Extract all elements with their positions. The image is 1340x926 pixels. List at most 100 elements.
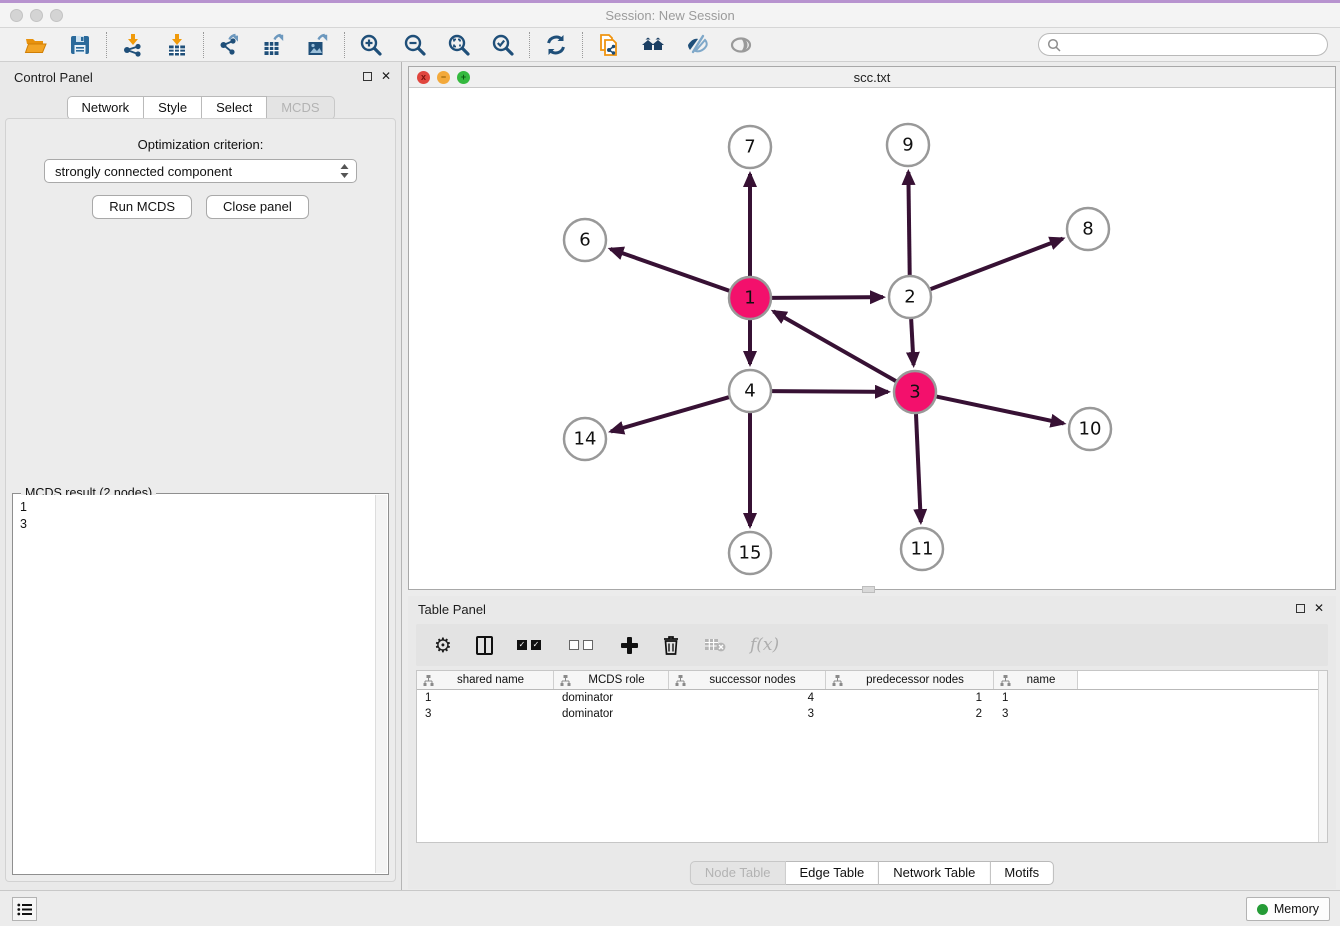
- close-table-panel-icon[interactable]: ✕: [1314, 603, 1324, 613]
- table-options-icon[interactable]: ⚙: [434, 633, 452, 657]
- column-header-successor-nodes[interactable]: successor nodes: [669, 671, 826, 689]
- table-header-row: shared name MCDS rolesuccessor nodesprede…: [417, 671, 1327, 690]
- edge-1-6[interactable]: [610, 249, 729, 291]
- select-all-checks-icon[interactable]: ✓✓: [517, 640, 545, 650]
- column-header-shared-name[interactable]: shared name: [417, 671, 554, 689]
- open-session-icon[interactable]: [23, 32, 49, 58]
- graph-node-10[interactable]: 10: [1069, 408, 1111, 450]
- column-label: MCDS role: [575, 674, 668, 686]
- optimization-criterion-label: Optimization criterion:: [6, 137, 395, 152]
- clone-network-icon[interactable]: [596, 32, 622, 58]
- close-panel-icon[interactable]: ✕: [381, 71, 391, 81]
- export-table-icon[interactable]: [261, 32, 287, 58]
- result-scrollbar[interactable]: [375, 495, 387, 873]
- network-graph-canvas[interactable]: 7 9 6 8 1 2 4 3 14 10 15 11: [409, 89, 1335, 589]
- refresh-view-icon[interactable]: [543, 32, 569, 58]
- table-cell[interactable]: 1: [826, 692, 994, 704]
- table-row[interactable]: 1dominator411: [417, 690, 1327, 706]
- graph-node-9[interactable]: 9: [887, 124, 929, 166]
- add-column-icon[interactable]: [621, 637, 638, 654]
- export-image-icon[interactable]: [305, 32, 331, 58]
- table-cell[interactable]: dominator: [554, 692, 669, 704]
- show-all-networks-icon[interactable]: [640, 32, 666, 58]
- edge-1-2[interactable]: [772, 297, 883, 298]
- edge-4-14[interactable]: [611, 397, 729, 431]
- graph-node-14[interactable]: 14: [564, 418, 606, 460]
- task-history-button[interactable]: [12, 897, 37, 921]
- mcds-result-list[interactable]: 13: [14, 495, 375, 873]
- show-columns-icon[interactable]: [476, 636, 493, 655]
- graph-node-15[interactable]: 15: [729, 532, 771, 574]
- import-network-icon[interactable]: [120, 32, 146, 58]
- table-cell[interactable]: 1: [417, 692, 554, 704]
- table-scrollbar[interactable]: [1318, 671, 1327, 842]
- splitter-handle[interactable]: [862, 586, 875, 593]
- edge-2-3[interactable]: [911, 319, 913, 365]
- tab-node-table[interactable]: Node Table: [690, 861, 786, 885]
- svg-text:4: 4: [744, 381, 755, 402]
- window-title: Session: New Session: [0, 8, 1340, 23]
- column-header-name[interactable]: name: [994, 671, 1078, 689]
- search-input[interactable]: [1061, 38, 1319, 52]
- table-cell[interactable]: 3: [669, 708, 826, 720]
- zoom-in-icon[interactable]: [358, 32, 384, 58]
- table-cell[interactable]: 3: [994, 708, 1078, 720]
- graph-node-7[interactable]: 7: [729, 126, 771, 168]
- save-session-icon[interactable]: [67, 32, 93, 58]
- table-row[interactable]: 3dominator323: [417, 706, 1327, 722]
- tab-style[interactable]: Style: [144, 96, 202, 120]
- graph-node-1[interactable]: 1: [729, 277, 771, 319]
- optimization-criterion-dropdown[interactable]: strongly connected component: [44, 159, 357, 183]
- sort-tree-icon: [1000, 675, 1011, 686]
- table-toolbar: ⚙ ✓✓ f(x): [416, 624, 1328, 666]
- delete-columns-icon[interactable]: [662, 635, 680, 655]
- tab-mcds[interactable]: MCDS: [267, 96, 334, 120]
- edge-3-11[interactable]: [916, 414, 921, 522]
- zoom-fit-content-icon[interactable]: [446, 32, 472, 58]
- deselect-all-checks-icon[interactable]: [569, 640, 597, 650]
- sort-tree-icon: [423, 675, 434, 686]
- zoom-fit-selected-icon[interactable]: [490, 32, 516, 58]
- hide-graphics-details-icon[interactable]: [684, 32, 710, 58]
- edge-4-3[interactable]: [772, 391, 888, 392]
- import-table-icon[interactable]: [164, 32, 190, 58]
- zoom-out-icon[interactable]: [402, 32, 428, 58]
- memory-button[interactable]: Memory: [1246, 897, 1330, 921]
- svg-text:3: 3: [909, 382, 920, 403]
- column-header-MCDS-role[interactable]: MCDS role: [554, 671, 669, 689]
- edge-2-8[interactable]: [931, 239, 1063, 290]
- close-panel-button[interactable]: Close panel: [206, 195, 309, 219]
- tab-motifs[interactable]: Motifs: [990, 861, 1054, 885]
- run-mcds-button[interactable]: Run MCDS: [92, 195, 192, 219]
- graph-node-3[interactable]: 3: [894, 371, 936, 413]
- control-panel: Control Panel ✕ Network Style Select MCD…: [0, 62, 402, 890]
- function-builder-icon[interactable]: f(x): [750, 635, 779, 655]
- network-window-titlebar[interactable]: x − + scc.txt: [409, 67, 1335, 88]
- column-header-predecessor-nodes[interactable]: predecessor nodes: [826, 671, 994, 689]
- status-bar: Memory: [0, 890, 1340, 926]
- graph-node-2[interactable]: 2: [889, 276, 931, 318]
- table-cell[interactable]: 1: [994, 692, 1078, 704]
- table-cell[interactable]: 4: [669, 692, 826, 704]
- graph-node-6[interactable]: 6: [564, 219, 606, 261]
- tab-network-table[interactable]: Network Table: [879, 861, 990, 885]
- float-table-panel-icon[interactable]: [1296, 604, 1305, 613]
- edge-3-1[interactable]: [773, 311, 895, 381]
- toggle-bird-view-icon[interactable]: [728, 32, 754, 58]
- table-cell[interactable]: 2: [826, 708, 994, 720]
- column-label: name: [1015, 674, 1077, 686]
- graph-node-4[interactable]: 4: [729, 370, 771, 412]
- graph-node-11[interactable]: 11: [901, 528, 943, 570]
- delete-table-icon[interactable]: [704, 637, 726, 653]
- edge-2-9[interactable]: [908, 172, 909, 275]
- search-field[interactable]: [1038, 33, 1328, 56]
- graph-node-8[interactable]: 8: [1067, 208, 1109, 250]
- tab-network[interactable]: Network: [66, 96, 144, 120]
- table-cell[interactable]: dominator: [554, 708, 669, 720]
- table-cell[interactable]: 3: [417, 708, 554, 720]
- float-panel-icon[interactable]: [363, 72, 372, 81]
- export-network-icon[interactable]: [217, 32, 243, 58]
- tab-edge-table[interactable]: Edge Table: [785, 861, 879, 885]
- edge-3-10[interactable]: [937, 397, 1064, 424]
- tab-select[interactable]: Select: [202, 96, 267, 120]
